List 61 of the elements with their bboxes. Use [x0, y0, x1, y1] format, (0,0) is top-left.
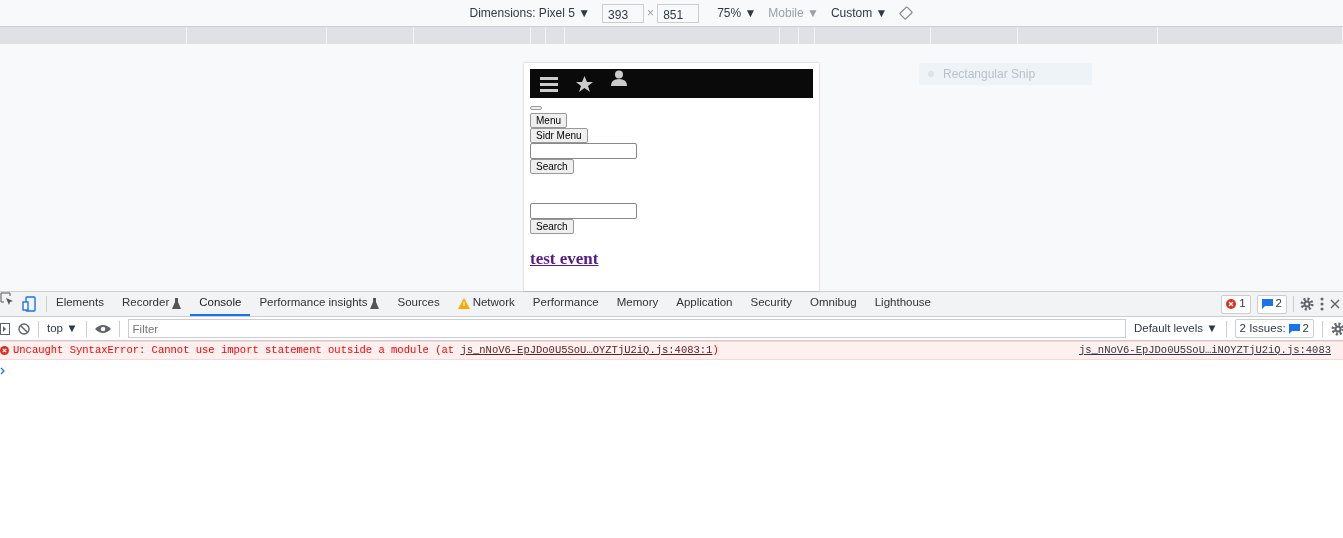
- error-message: Uncaught SyntaxError: Cannot use import statement outside a module (at js_nNoV6-EpJDo0U5SoU…OYZTjU2iQ.js:4083:1): [13, 342, 719, 358]
- sidebar-icon[interactable]: [0, 321, 10, 336]
- menu-icon[interactable]: [540, 75, 558, 92]
- title-link[interactable]: test event: [530, 246, 599, 272]
- devtools-tab[interactable]: Sources: [388, 292, 449, 316]
- inspect-icon[interactable]: [0, 292, 14, 306]
- source-link[interactable]: js_nNoV6-EpJDo0U5SoU…iNOYZTjU2iQ.js:4083: [1078, 342, 1331, 359]
- filter-field[interactable]: Filter: [127, 319, 1126, 338]
- devtools-tab[interactable]: Performance insights: [250, 292, 389, 316]
- issues-label: 2 Issues:: [1239, 320, 1286, 336]
- source-link[interactable]: js_nNoV6-EpJDo0U5SoU…OYZTjU2iQ.js:4083:1: [460, 343, 713, 356]
- menu-button[interactable]: Menu: [530, 113, 567, 128]
- issues-count: 2: [1302, 320, 1309, 336]
- width-field[interactable]: 393: [602, 3, 645, 23]
- height-field[interactable]: 851: [657, 3, 700, 23]
- error-count: 1: [1239, 296, 1246, 312]
- devtools-tab[interactable]: Memory: [607, 292, 668, 316]
- device-toggle-icon[interactable]: [22, 296, 36, 312]
- message-icon: [1288, 323, 1300, 334]
- star-icon[interactable]: [576, 75, 593, 92]
- context-label[interactable]: top ▼: [47, 319, 78, 338]
- clear-icon[interactable]: [18, 322, 30, 335]
- close-icon[interactable]: [1330, 299, 1340, 309]
- message-count-badge[interactable]: 2: [1256, 294, 1287, 314]
- message-icon: [1261, 299, 1273, 309]
- issues-button[interactable]: 2 Issues: 2: [1234, 319, 1314, 338]
- devtools-tab[interactable]: Omnibug: [801, 292, 866, 316]
- throttle-label[interactable]: Custom ▼: [830, 4, 888, 22]
- log-levels-label[interactable]: Default levels ▼: [1133, 319, 1218, 338]
- error-icon: [1226, 299, 1237, 309]
- search-field[interactable]: [530, 143, 637, 159]
- search-button[interactable]: Search: [530, 159, 574, 174]
- dimensions-label[interactable]: Dimensions: Pixel 5 ▼: [469, 4, 591, 22]
- devtools-tab[interactable]: Network: [448, 292, 524, 316]
- settings-icon[interactable]: [1300, 297, 1314, 311]
- search-field[interactable]: [530, 203, 637, 219]
- message-count: 2: [1275, 296, 1282, 312]
- devtools-tab[interactable]: Security: [741, 292, 802, 316]
- zoom-label[interactable]: 75% ▼: [717, 4, 757, 22]
- devtools-tab[interactable]: Elements: [47, 292, 113, 316]
- settings-icon[interactable]: [1331, 321, 1343, 336]
- devtools-tab[interactable]: Performance: [523, 292, 608, 316]
- more-icon[interactable]: [1320, 297, 1324, 311]
- empty-button[interactable]: [530, 106, 542, 110]
- times-sign: ×: [647, 5, 655, 22]
- device-type-label: Mobile ▼: [768, 5, 819, 22]
- flask-icon: [370, 297, 380, 309]
- devtools-tab[interactable]: Lighthouse: [865, 292, 940, 316]
- warning-icon: [457, 297, 470, 309]
- error-count-badge[interactable]: 1: [1221, 294, 1251, 314]
- flask-icon: [172, 297, 182, 309]
- devtools-tab[interactable]: Recorder: [112, 292, 191, 316]
- rotate-icon[interactable]: [899, 6, 914, 20]
- error-icon: [0, 346, 9, 355]
- eye-icon[interactable]: [94, 323, 111, 334]
- menu-button[interactable]: Sidr Menu: [530, 128, 588, 143]
- search-button[interactable]: Search: [530, 219, 574, 234]
- prompt-chevron-icon: [0, 366, 6, 375]
- devtools-tab[interactable]: Console: [190, 292, 251, 316]
- person-icon[interactable]: [611, 69, 627, 86]
- devtools-tab[interactable]: Application: [667, 292, 742, 316]
